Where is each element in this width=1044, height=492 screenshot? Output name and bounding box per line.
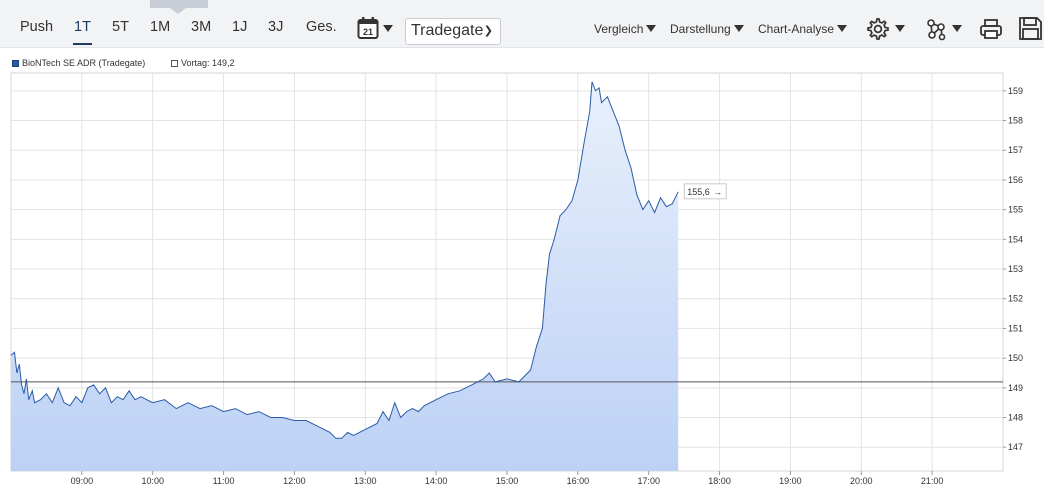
exchange-select-value: Tradegate <box>411 22 484 39</box>
price-chart[interactable]: 09:00 10:00 11:00 12:00 13:00 14:00 15:00 16:00… <box>0 70 1044 490</box>
x-tick-label: 14:00 <box>425 476 448 486</box>
tab-3m[interactable]: 3M <box>191 19 211 35</box>
x-tick-label: 09:00 <box>71 476 94 486</box>
network-icon[interactable] <box>924 17 948 41</box>
x-tick-label: 13:00 <box>354 476 377 486</box>
y-tick-label: 147 <box>1008 442 1023 452</box>
x-tick-label: 19:00 <box>779 476 802 486</box>
active-range-marker <box>150 0 208 14</box>
menu-darstellung[interactable]: Darstellung <box>670 22 744 36</box>
x-tick-label: 16:00 <box>567 476 590 486</box>
y-tick-label: 149 <box>1008 383 1023 393</box>
y-tick-label: 157 <box>1008 145 1023 155</box>
legend-prev-close: Vortag: 149,2 <box>171 58 235 68</box>
y-tick-label: 153 <box>1008 264 1023 274</box>
save-icon[interactable] <box>1018 16 1043 41</box>
gear-icon[interactable] <box>866 17 890 41</box>
exchange-select[interactable]: Tradegate ❯ <box>405 18 501 45</box>
x-tick-label: 21:00 <box>921 476 944 486</box>
arrow-right-icon: → <box>713 187 722 197</box>
y-tick-label: 152 <box>1008 294 1023 304</box>
caret-down-icon <box>733 25 744 32</box>
caret-down-icon <box>837 25 848 32</box>
calendar-day-number: 21 <box>363 27 373 37</box>
last-value-callout: 155,6 → <box>683 183 727 200</box>
x-tick-label: 11:00 <box>213 476 235 486</box>
caret-down-icon <box>646 25 657 32</box>
tab-active-underline <box>73 43 92 45</box>
legend-prev-close-label: Vortag: 149,2 <box>181 58 235 68</box>
tab-push[interactable]: Push <box>20 19 53 35</box>
network-dropdown-arrow-icon[interactable] <box>952 25 962 32</box>
x-tick-label: 15:00 <box>496 476 519 486</box>
legend-series-swatch <box>12 60 19 67</box>
chart-toolbar: Push 1T 5T 1M 3M 1J 3J Ges. 21 Tradegate… <box>0 0 1044 48</box>
tab-1t[interactable]: 1T <box>74 19 91 35</box>
x-tick-label: 18:00 <box>708 476 731 486</box>
y-tick-label: 150 <box>1008 353 1023 363</box>
tab-3j[interactable]: 3J <box>268 19 283 35</box>
menu-vergleich[interactable]: Vergleich <box>594 22 657 36</box>
tab-1m[interactable]: 1M <box>150 19 170 35</box>
tab-1j[interactable]: 1J <box>232 19 247 35</box>
y-tick-label: 158 <box>1008 116 1023 126</box>
x-tick-label: 20:00 <box>850 476 873 486</box>
chevron-down-icon: ❯ <box>483 25 493 37</box>
print-icon[interactable] <box>979 17 1003 41</box>
menu-darstellung-label: Darstellung <box>670 22 731 36</box>
x-tick-label: 12:00 <box>283 476 306 486</box>
x-tick-label: 17:00 <box>637 476 660 486</box>
menu-chart-analyse-label: Chart-Analyse <box>758 22 835 36</box>
legend-series-label: BioNTech SE ADR (Tradegate) <box>22 58 146 68</box>
last-value-label: 155,6 <box>687 187 710 197</box>
y-tick-label: 156 <box>1008 175 1023 185</box>
y-tick-label: 159 <box>1008 86 1023 96</box>
y-tick-label: 154 <box>1008 234 1023 244</box>
tab-5t[interactable]: 5T <box>112 19 129 35</box>
y-tick-label: 151 <box>1008 323 1023 333</box>
calendar-dropdown-arrow-icon[interactable] <box>383 25 393 32</box>
y-tick-label: 148 <box>1008 413 1023 423</box>
x-tick-label: 10:00 <box>141 476 164 486</box>
menu-chart-analyse[interactable]: Chart-Analyse <box>758 22 848 36</box>
settings-dropdown-arrow-icon[interactable] <box>895 25 905 32</box>
y-tick-label: 155 <box>1008 205 1023 215</box>
legend-prev-close-swatch <box>171 60 178 67</box>
legend-series: BioNTech SE ADR (Tradegate) <box>12 58 145 68</box>
menu-vergleich-label: Vergleich <box>594 22 644 36</box>
tab-ges[interactable]: Ges. <box>306 19 337 35</box>
calendar-icon[interactable]: 21 <box>357 16 379 40</box>
